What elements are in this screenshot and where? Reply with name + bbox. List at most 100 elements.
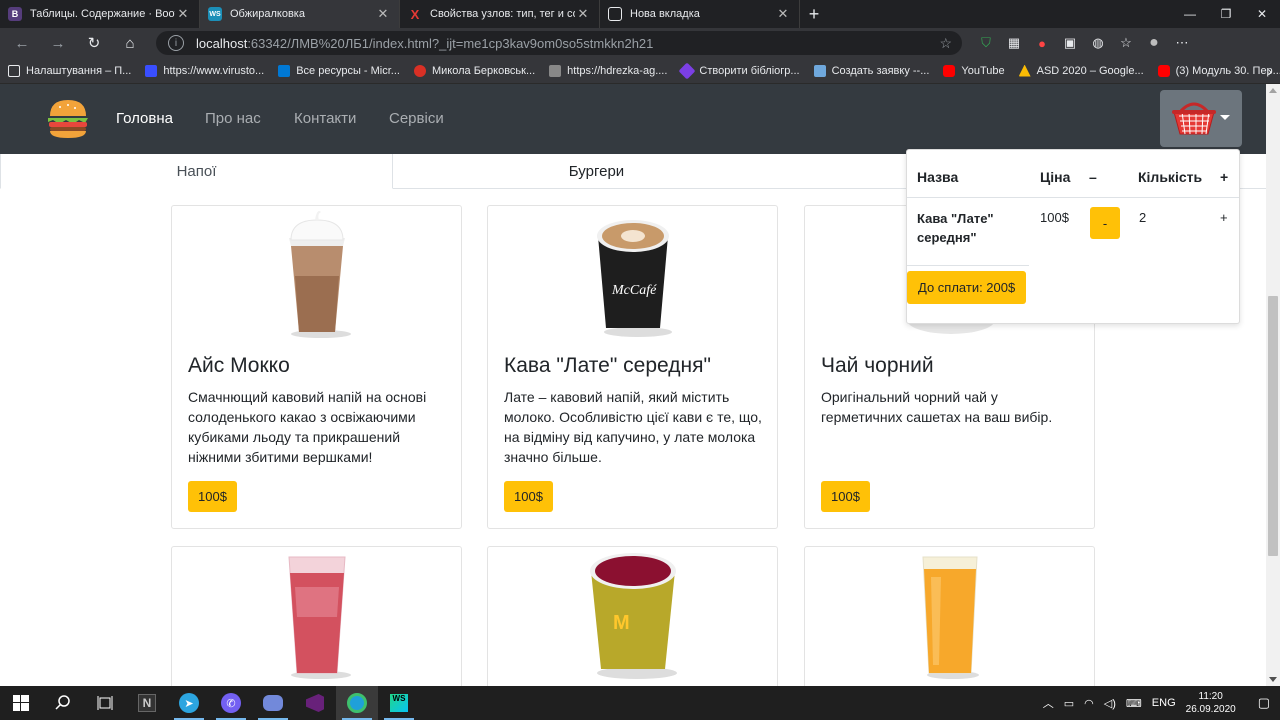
- screenshot-extension-icon[interactable]: ▣: [1056, 28, 1084, 58]
- task-view-icon[interactable]: [84, 686, 126, 720]
- address-bar[interactable]: i localhost:63342/ЛМВ%20ЛБ1/index.html?_…: [156, 31, 962, 55]
- close-tab-icon[interactable]: ✕: [775, 6, 791, 22]
- close-tab-icon[interactable]: ✕: [375, 6, 391, 22]
- hd-icon: [549, 64, 562, 77]
- bookmark-item[interactable]: Створити бібліогр...: [678, 62, 800, 79]
- notifications-icon[interactable]: ▢: [1258, 695, 1270, 711]
- nav-about[interactable]: Про нас: [205, 110, 261, 127]
- telegram-app-icon[interactable]: ➤: [168, 686, 210, 720]
- language-indicator[interactable]: ENG: [1152, 697, 1176, 709]
- visual-studio-app-icon[interactable]: [294, 686, 336, 720]
- info-icon[interactable]: i: [168, 35, 184, 51]
- clock[interactable]: 11:20 26.09.2020: [1186, 690, 1236, 716]
- bookmark-item[interactable]: YouTube: [943, 64, 1005, 77]
- edge-browser-app-icon[interactable]: [336, 686, 378, 720]
- latte-cup-image: McCafé: [596, 220, 672, 337]
- url-path: :63342/ЛМВ%20ЛБ1/index.html?_ijt=me1cp3k…: [247, 35, 654, 51]
- page-scrollbar[interactable]: [1266, 84, 1280, 686]
- berry-drink-image: [287, 556, 351, 679]
- cart-dropdown: Назва Ціна – Кількість + Кава "Лате" сер…: [906, 149, 1240, 324]
- azure-icon: [278, 64, 291, 77]
- product-description: Оригінальний чорний чай у герметичних са…: [821, 389, 1053, 425]
- nav-contacts[interactable]: Контакти: [294, 110, 356, 127]
- wifi-icon[interactable]: ◠: [1084, 697, 1094, 710]
- citation-icon: [678, 62, 696, 79]
- extension-icon[interactable]: ▦: [1000, 28, 1028, 58]
- cart-header-name: Назва: [917, 169, 959, 185]
- close-window-icon[interactable]: ✕: [1244, 0, 1280, 28]
- home-icon[interactable]: ⌂: [112, 28, 148, 58]
- total-to-pay-button[interactable]: До сплати: 200$: [907, 271, 1027, 304]
- product-title: Айс Мокко: [188, 354, 290, 377]
- profile-avatar-icon[interactable]: ●: [1140, 28, 1168, 58]
- forward-icon[interactable]: →: [40, 28, 76, 58]
- shield-extension-icon[interactable]: ⛉: [972, 28, 1000, 58]
- cart-dropdown-button[interactable]: [1160, 90, 1242, 147]
- clock-date: 26.09.2020: [1185, 704, 1236, 715]
- add-to-cart-button[interactable]: 100$: [188, 481, 237, 512]
- browser-tab-node-props[interactable]: X Свойства узлов: тип, тег и соде ✕: [400, 0, 600, 28]
- discord-app-icon[interactable]: [252, 686, 294, 720]
- scroll-up-icon[interactable]: [1269, 88, 1277, 93]
- bookmark-item[interactable]: Создать заявку --...: [813, 64, 929, 77]
- bookmark-item[interactable]: Все ресурсы - Micr...: [278, 64, 400, 77]
- nav-home[interactable]: Головна: [116, 110, 173, 127]
- bookmark-item[interactable]: https://www.virusto...: [145, 64, 264, 77]
- new-tab-button[interactable]: +: [800, 0, 828, 28]
- bookmark-item[interactable]: Микола Берковськ...: [413, 64, 535, 77]
- cart-header-price: Ціна: [1040, 169, 1071, 185]
- browser-tab-new[interactable]: Нова вкладка ✕: [600, 0, 800, 28]
- increase-quantity-button[interactable]: +: [1220, 210, 1228, 225]
- cart-item-price: 100$: [1040, 210, 1069, 225]
- site-navbar: Головна Про нас Контакти Сервіси: [0, 84, 1266, 154]
- minimize-icon[interactable]: —: [1172, 0, 1208, 28]
- bookmark-item[interactable]: (3) Модуль 30. Пер...: [1157, 64, 1280, 77]
- more-menu-icon[interactable]: ⋯: [1168, 28, 1196, 58]
- cart-header-quantity: Кількість: [1138, 169, 1203, 185]
- add-to-cart-button[interactable]: 100$: [821, 481, 870, 512]
- keyboard-icon[interactable]: ⌨: [1126, 697, 1142, 710]
- bookmark-item[interactable]: https://hdrezka-ag....: [549, 64, 667, 77]
- product-description: Смачнющий кавовий напій на основі солоде…: [188, 389, 427, 465]
- close-tab-icon[interactable]: ✕: [575, 6, 591, 22]
- bookmark-item[interactable]: ASD 2020 – Google...: [1018, 64, 1144, 77]
- burger-logo-icon[interactable]: [46, 98, 90, 140]
- windows-start-icon[interactable]: [0, 686, 42, 720]
- volume-icon[interactable]: ◁): [1104, 697, 1116, 710]
- viber-app-icon[interactable]: ✆: [210, 686, 252, 720]
- browser-tab-bootstrap[interactable]: B Таблицы. Содержание · Bootstr ✕: [0, 0, 200, 28]
- tab-burgers[interactable]: Бургери: [393, 154, 800, 189]
- close-tab-icon[interactable]: ✕: [175, 6, 191, 22]
- svg-text:McCafé: McCafé: [611, 283, 657, 298]
- back-icon[interactable]: ←: [4, 28, 40, 58]
- reload-icon[interactable]: ↻: [76, 28, 112, 58]
- extensions: ⛉ ▦ ● ▣ ◍ ☆ ● ⋯: [972, 28, 1196, 58]
- opera-extension-icon[interactable]: ●: [1028, 28, 1056, 58]
- bookmark-star-icon[interactable]: ☆: [939, 35, 952, 52]
- battery-icon[interactable]: ▭: [1064, 697, 1074, 710]
- scrollbar-thumb[interactable]: [1268, 296, 1278, 556]
- notion-app-icon[interactable]: N: [126, 686, 168, 720]
- bookmark-item[interactable]: Налаштування – П...: [8, 64, 131, 77]
- bookmarks-more-icon[interactable]: ›: [1267, 63, 1272, 79]
- decrease-quantity-button[interactable]: -: [1090, 207, 1120, 239]
- window-controls: — ❐ ✕: [1172, 0, 1280, 28]
- show-hidden-icons-icon[interactable]: ︿: [1043, 695, 1054, 711]
- webstorm-app-icon[interactable]: WS: [378, 686, 420, 720]
- youtube-icon: [943, 64, 956, 77]
- maximize-icon[interactable]: ❐: [1208, 0, 1244, 28]
- globe-extension-icon[interactable]: ◍: [1084, 28, 1112, 58]
- cart-header-plus: +: [1220, 169, 1229, 185]
- scroll-down-icon[interactable]: [1269, 677, 1277, 682]
- browser-tabstrip: B Таблицы. Содержание · Bootstr ✕ WS Обж…: [0, 0, 1280, 28]
- mcdonalds-tea-cup-image: M: [589, 553, 677, 679]
- browser-tab-obzhyralovka[interactable]: WS Обжиралковка ✕: [200, 0, 400, 28]
- bookmarks-bar: Налаштування – П... https://www.virusto.…: [0, 58, 1280, 84]
- collections-icon[interactable]: ☆: [1112, 28, 1140, 58]
- search-icon[interactable]: [42, 686, 84, 720]
- tab-drinks[interactable]: Напої: [0, 154, 393, 189]
- orange-juice-image: [921, 556, 979, 679]
- nav-services[interactable]: Сервіси: [389, 110, 444, 127]
- add-to-cart-button[interactable]: 100$: [504, 481, 553, 512]
- product-card: M: [487, 546, 778, 706]
